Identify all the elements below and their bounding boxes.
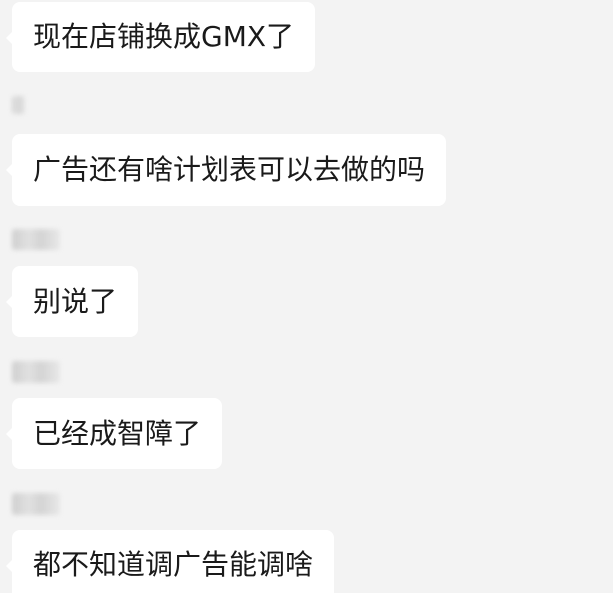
message-bubble[interactable]: 现在店铺换成GMX了 <box>6 2 316 72</box>
bubble-tail <box>6 427 13 441</box>
sender-name-blurred <box>12 96 25 114</box>
message-bubble[interactable]: 都不知道调广告能调啥 <box>6 530 335 593</box>
message-text: 别说了 <box>33 285 118 318</box>
chat-message-list[interactable]: 现在店铺换成GMX了 广告还有啥计划表可以去做的吗 别说了 已经成智障了 都不知… <box>0 0 613 593</box>
message-text: 都不知道调广告能调啥 <box>33 548 314 581</box>
bubble-tail <box>6 163 13 177</box>
message-text: 现在店铺换成GMX了 <box>33 20 295 53</box>
message-text: 广告还有啥计划表可以去做的吗 <box>33 153 426 186</box>
sender-name-blurred <box>12 493 60 515</box>
message-bubble[interactable]: 广告还有啥计划表可以去做的吗 <box>6 134 447 206</box>
message-bubble[interactable]: 别说了 <box>6 266 139 337</box>
bubble-tail <box>6 31 13 45</box>
sender-name-blurred <box>12 361 60 383</box>
bubble-tail <box>6 295 13 309</box>
message-bubble[interactable]: 已经成智障了 <box>6 398 223 469</box>
bubble-tail <box>6 559 13 573</box>
sender-name-blurred <box>12 229 60 250</box>
message-text: 已经成智障了 <box>33 417 202 450</box>
